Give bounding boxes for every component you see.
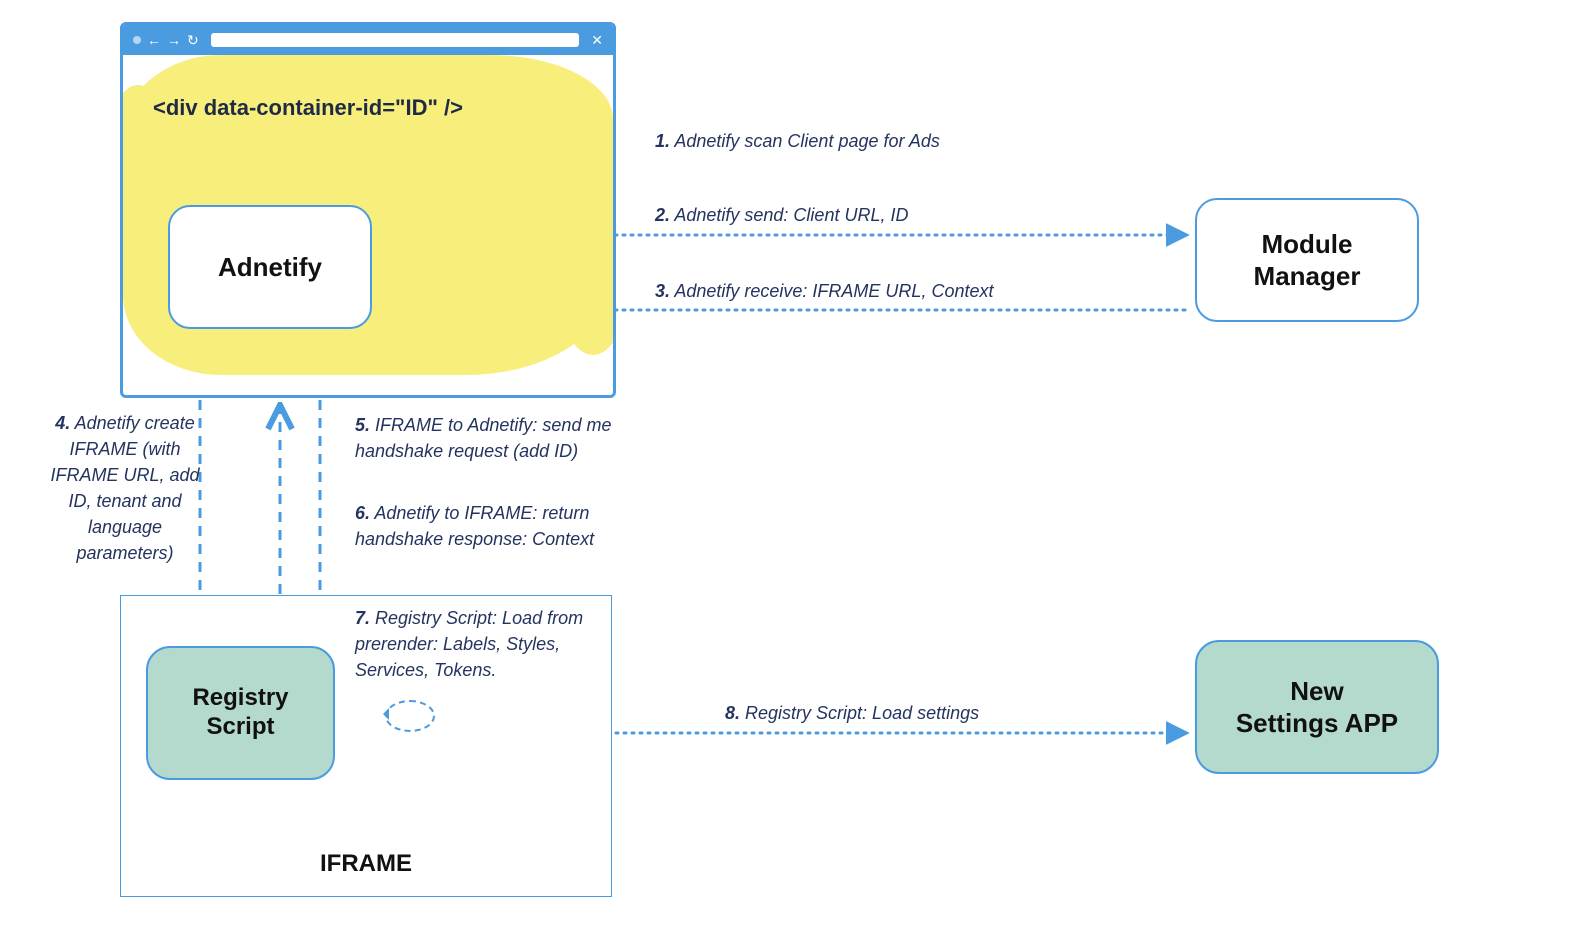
- step-5-text: IFRAME to Adnetify: send me handshake re…: [355, 415, 611, 461]
- step-8-num: 8.: [725, 703, 740, 723]
- registry-script-node: Registry Script: [146, 646, 335, 780]
- step-3-text: Adnetify receive: IFRAME URL, Context: [674, 281, 993, 301]
- new-settings-app-node: New Settings APP: [1195, 640, 1439, 774]
- nav-forward-icon: →: [167, 33, 181, 47]
- client-browser-window: ← → ↻ ✕ <div data-container-id="ID" /> A…: [120, 22, 616, 398]
- nav-refresh-icon: ↻: [187, 33, 199, 47]
- step-6-num: 6.: [355, 503, 370, 523]
- step-7-caption: 7. Registry Script: Load from prerender:…: [355, 605, 635, 683]
- diagram-stage: ← → ↻ ✕ <div data-container-id="ID" /> A…: [0, 0, 1594, 938]
- step-4-text: Adnetify create IFRAME (with IFRAME URL,…: [50, 413, 199, 563]
- step-3-num: 3.: [655, 281, 670, 301]
- step-6-caption: 6. Adnetify to IFRAME: return handshake …: [355, 500, 655, 552]
- module-manager-label: Module Manager: [1254, 228, 1361, 293]
- step-2-caption: 2. Adnetify send: Client URL, ID: [655, 202, 1155, 228]
- loading-spinner-icon: [385, 700, 435, 732]
- step-8-caption: 8. Registry Script: Load settings: [725, 700, 1125, 726]
- step-5-caption: 5. IFRAME to Adnetify: send me handshake…: [355, 412, 655, 464]
- step-6-text: Adnetify to IFRAME: return handshake res…: [355, 503, 594, 549]
- new-settings-app-label: New Settings APP: [1236, 675, 1398, 740]
- browser-chrome-bar: ← → ↻ ✕: [123, 25, 613, 55]
- step-5-num: 5.: [355, 415, 370, 435]
- step-7-num: 7.: [355, 608, 370, 628]
- step-4-caption: 4. Adnetify create IFRAME (with IFRAME U…: [40, 410, 210, 567]
- window-dot-icon: [133, 36, 141, 44]
- step-1-text: Adnetify scan Client page for Ads: [674, 131, 939, 151]
- step-4-num: 4.: [55, 413, 70, 433]
- iframe-label: IFRAME: [121, 850, 611, 878]
- step-2-text: Adnetify send: Client URL, ID: [674, 205, 908, 225]
- window-close-icon: ✕: [591, 33, 603, 47]
- step-3-caption: 3. Adnetify receive: IFRAME URL, Context: [655, 278, 1175, 304]
- browser-body: <div data-container-id="ID" /> Adnetify: [123, 55, 613, 395]
- step-8-text: Registry Script: Load settings: [745, 703, 979, 723]
- url-bar: [211, 33, 580, 47]
- adnetify-node: Adnetify: [168, 205, 372, 329]
- step-7-text: Registry Script: Load from prerender: La…: [355, 608, 583, 680]
- nav-back-icon: ←: [147, 33, 161, 47]
- module-manager-node: Module Manager: [1195, 198, 1419, 322]
- step-2-num: 2.: [655, 205, 670, 225]
- step-1-caption: 1. Adnetify scan Client page for Ads: [655, 128, 1155, 154]
- container-div-code: <div data-container-id="ID" />: [153, 95, 616, 121]
- registry-script-label: Registry Script: [192, 684, 288, 742]
- step-1-num: 1.: [655, 131, 670, 151]
